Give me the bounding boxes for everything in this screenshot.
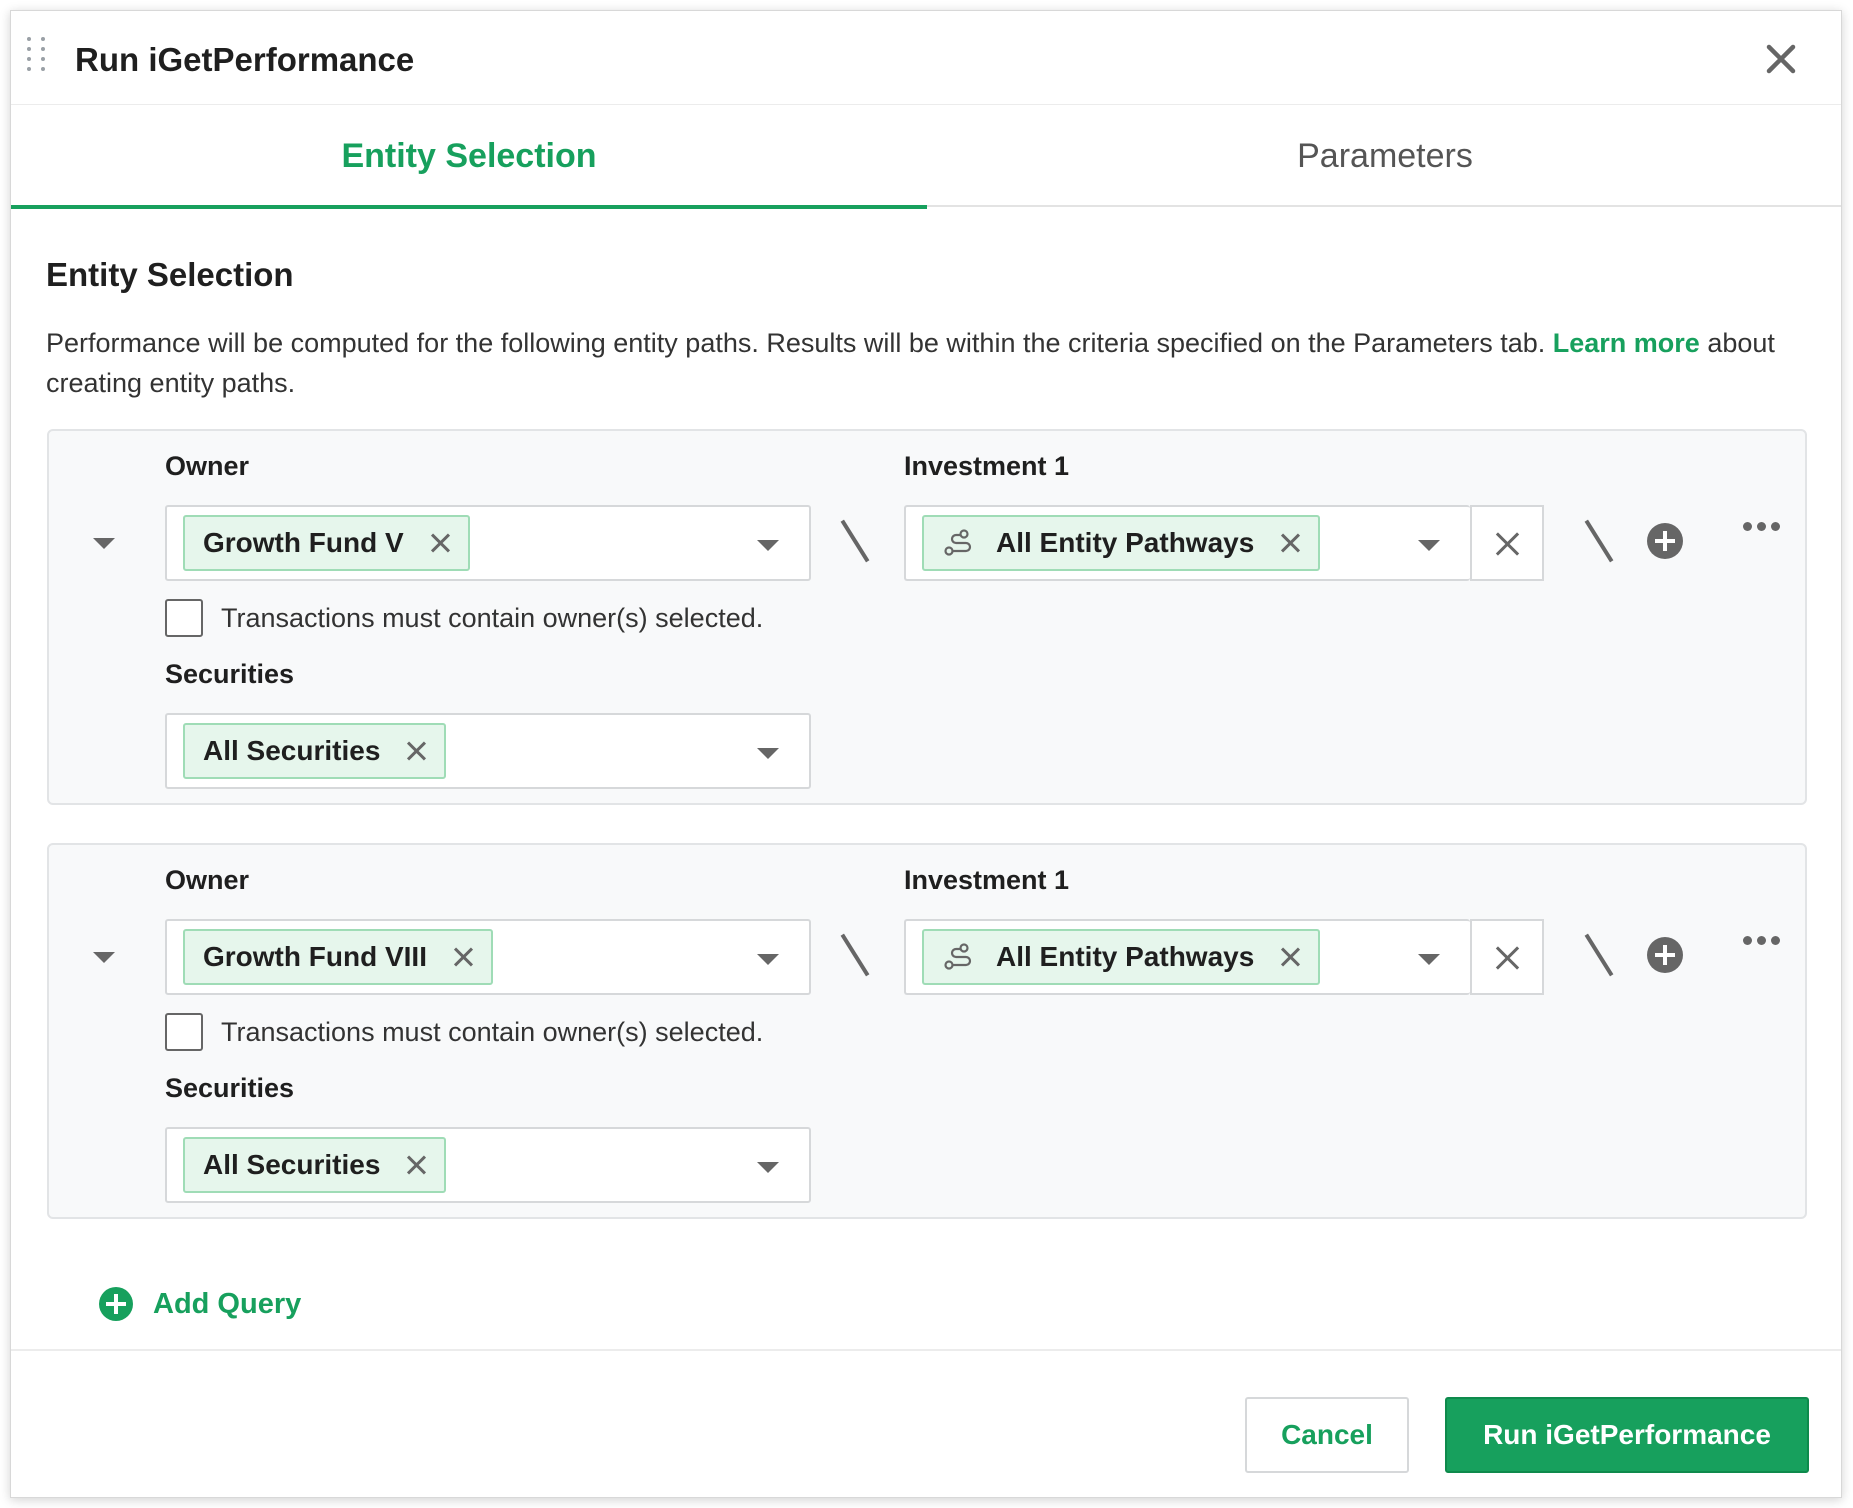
path-separator-icon [840, 933, 870, 977]
path-separator-icon [1584, 933, 1614, 977]
remove-tag-icon[interactable] [406, 1155, 426, 1175]
dialog-footer: Cancel Run iGetPerformance [11, 1349, 1841, 1499]
query-card: Owner Growth Fund VIII Investment 1 All … [47, 843, 1807, 1219]
investment-tag: All Entity Pathways [922, 929, 1321, 985]
securities-tag: All Securities [183, 723, 447, 779]
dropdown-caret-icon [1418, 540, 1440, 551]
owner-only-checkbox-label: Transactions must contain owner(s) selec… [221, 603, 764, 633]
owner-only-checkbox-label: Transactions must contain owner(s) selec… [221, 1017, 764, 1047]
run-igetperformance-dialog: Run iGetPerformance Entity Selection Par… [10, 10, 1842, 1498]
owner-tag: Growth Fund VIII [183, 929, 493, 985]
close-icon[interactable] [1759, 37, 1803, 81]
remove-tag-icon[interactable] [406, 741, 426, 761]
investment-select[interactable]: All Entity Pathways [904, 505, 1470, 581]
remove-tag-icon[interactable] [430, 533, 450, 553]
tab-parameters[interactable]: Parameters [927, 105, 1843, 207]
more-options-icon[interactable] [1743, 933, 1783, 947]
plus-circle-icon [99, 1287, 133, 1321]
securities-label: Securities [165, 659, 295, 689]
entity-pathway-icon [944, 943, 972, 970]
dropdown-caret-icon [757, 748, 779, 759]
run-igetperformance-button[interactable]: Run iGetPerformance [1445, 1397, 1809, 1473]
investment-tag-label: All Entity Pathways [996, 941, 1255, 972]
securities-select[interactable]: All Securities [165, 713, 811, 789]
owner-tag-label: Growth Fund VIII [203, 941, 427, 972]
owner-label: Owner [165, 451, 250, 481]
dropdown-caret-icon [757, 1162, 779, 1173]
owner-tag-label: Growth Fund V [203, 527, 404, 558]
securities-select[interactable]: All Securities [165, 1127, 811, 1203]
securities-tag-label: All Securities [203, 1149, 381, 1180]
learn-more-link[interactable]: Learn more [1553, 328, 1700, 358]
remove-tag-icon[interactable] [1280, 947, 1300, 967]
owner-select[interactable]: Growth Fund V [165, 505, 811, 581]
owner-tag: Growth Fund V [183, 515, 470, 571]
dropdown-caret-icon [1418, 954, 1440, 965]
path-separator-icon [1584, 519, 1614, 563]
securities-label: Securities [165, 1073, 295, 1103]
tab-entity-selection[interactable]: Entity Selection [11, 105, 927, 209]
investment-tag-label: All Entity Pathways [996, 527, 1255, 558]
cancel-button[interactable]: Cancel [1245, 1397, 1409, 1473]
dialog-title: Run iGetPerformance [75, 41, 415, 78]
description-text: Performance will be computed for the fol… [46, 328, 1546, 358]
clear-investment-icon[interactable] [1470, 505, 1544, 581]
investment-label: Investment 1 [904, 865, 1070, 895]
dialog-header: Run iGetPerformance [11, 11, 1841, 105]
add-query-label: Add Query [153, 1287, 302, 1320]
collapse-caret-icon[interactable] [93, 538, 115, 549]
owner-select[interactable]: Growth Fund VIII [165, 919, 811, 995]
dropdown-caret-icon [757, 540, 779, 551]
add-level-icon[interactable] [1647, 523, 1683, 559]
collapse-caret-icon[interactable] [93, 952, 115, 963]
owner-label: Owner [165, 865, 250, 895]
path-separator-icon [840, 519, 870, 563]
query-card: Owner Growth Fund V Investment 1 All Ent… [47, 429, 1807, 805]
owner-only-checkbox[interactable] [165, 1013, 203, 1051]
dropdown-caret-icon [757, 954, 779, 965]
securities-tag-label: All Securities [203, 735, 381, 766]
securities-tag: All Securities [183, 1137, 447, 1193]
tab-bar: Entity Selection Parameters [11, 105, 1843, 209]
section-title: Entity Selection [46, 256, 294, 293]
more-options-icon[interactable] [1743, 519, 1783, 533]
clear-investment-icon[interactable] [1470, 919, 1544, 995]
investment-tag: All Entity Pathways [922, 515, 1321, 571]
investment-select[interactable]: All Entity Pathways [904, 919, 1470, 995]
entity-pathway-icon [944, 529, 972, 556]
drag-handle-icon[interactable] [27, 37, 51, 83]
add-level-icon[interactable] [1647, 937, 1683, 973]
investment-label: Investment 1 [904, 451, 1070, 481]
section-description: Performance will be computed for the fol… [46, 323, 1816, 403]
remove-tag-icon[interactable] [1280, 533, 1300, 553]
add-query-button[interactable]: Add Query [99, 1287, 301, 1321]
owner-only-checkbox[interactable] [165, 599, 203, 637]
remove-tag-icon[interactable] [453, 947, 473, 967]
